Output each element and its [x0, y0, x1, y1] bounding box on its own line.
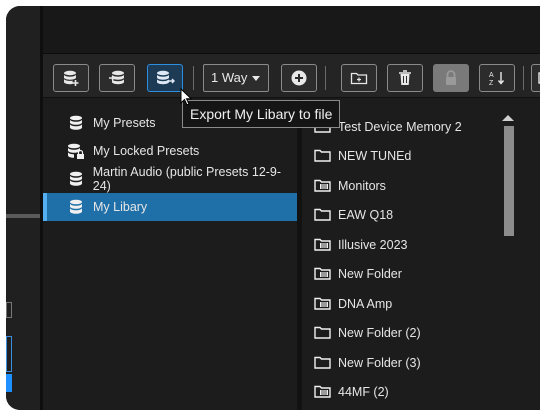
import-preset-button[interactable]	[99, 64, 135, 92]
list-item[interactable]: New Folder (3)	[302, 348, 502, 377]
tree-item-my-locked-presets[interactable]: My Locked Presets	[43, 137, 297, 165]
database-icon	[65, 199, 87, 215]
panel-input[interactable]	[6, 336, 12, 372]
scroll-thumb[interactable]	[504, 126, 514, 236]
tree-item-label: My Libary	[93, 200, 148, 214]
database-icon	[65, 171, 87, 187]
tree-item-my-libary[interactable]: My Libary	[43, 193, 297, 221]
list-item-label: Test Device Memory 2	[338, 119, 462, 134]
database-lock-icon	[65, 143, 87, 159]
lock-icon	[443, 69, 459, 87]
header-area	[43, 6, 540, 54]
export-library-button[interactable]	[147, 64, 183, 92]
folder-icon	[314, 356, 332, 369]
list-item-label: New Folder (3)	[338, 355, 421, 370]
panel-highlight	[6, 374, 12, 392]
tree-item-label: Martin Audio (public Presets 12-9-24)	[92, 165, 282, 193]
toolbar-separator	[523, 66, 524, 90]
file-list: Test Device Memory 2 NEW TUNEd Monitors …	[302, 99, 502, 410]
panel-marker	[6, 302, 12, 318]
list-item[interactable]: Monitors	[302, 171, 502, 200]
sync-direction-select[interactable]: 1 Way	[203, 64, 269, 92]
app-window: 1 Way AZ My Presets My Locked Presets Ma…	[6, 6, 540, 410]
database-export-icon	[155, 69, 175, 87]
list-item[interactable]: NEW TUNEd	[302, 141, 502, 170]
export-tooltip: Export My Libary to file	[182, 100, 341, 128]
trash-icon	[397, 69, 413, 87]
svg-text:A: A	[489, 72, 494, 79]
svg-text:Z: Z	[489, 80, 494, 87]
sync-direction-value: 1 Way	[211, 70, 248, 85]
list-item[interactable]: Illusive 2023	[302, 230, 502, 259]
amp-folder-icon	[314, 385, 332, 398]
overflow-button[interactable]	[531, 64, 540, 92]
tree-item-martin-audio[interactable]: Martin Audio (public Presets 12-9-24)	[43, 165, 297, 193]
list-item-label: NEW TUNEd	[338, 148, 412, 163]
library-tree: My Presets My Locked Presets Martin Audi…	[43, 99, 297, 410]
list-item[interactable]: 44MF (2)	[302, 377, 502, 406]
sort-button[interactable]: AZ	[479, 64, 515, 92]
folder-icon	[314, 326, 332, 339]
toolbar: 1 Way AZ	[43, 54, 540, 98]
database-import-icon	[108, 69, 126, 87]
delete-button[interactable]	[387, 64, 423, 92]
lock-button[interactable]	[433, 64, 469, 92]
new-folder-button[interactable]	[341, 64, 377, 92]
list-item-label: New Folder	[338, 266, 402, 281]
amp-folder-icon	[314, 267, 332, 280]
database-icon	[65, 115, 87, 131]
list-item-label: EAW Q18	[338, 207, 394, 222]
list-item[interactable]: New Folder	[302, 259, 502, 288]
sort-az-icon: AZ	[488, 69, 506, 87]
tree-item-label: My Locked Presets	[93, 144, 200, 158]
folder-icon	[314, 149, 332, 162]
list-item-label: Illusive 2023	[338, 237, 408, 252]
window-icon	[537, 71, 540, 85]
chevron-down-icon	[252, 76, 260, 81]
panel-divider	[6, 214, 40, 218]
list-item-label: DNA Amp	[338, 296, 393, 311]
amp-folder-icon	[314, 179, 332, 192]
left-side-panel	[6, 6, 40, 410]
folder-icon	[314, 208, 332, 221]
scroll-up-arrow-icon[interactable]	[502, 115, 514, 121]
toolbar-separator	[193, 66, 194, 90]
amp-folder-icon	[314, 238, 332, 251]
database-add-icon	[62, 69, 80, 87]
add-button[interactable]	[281, 64, 317, 92]
mouse-cursor-icon	[180, 87, 193, 111]
amp-folder-icon	[314, 297, 332, 310]
file-list-scrollbar[interactable]	[502, 99, 540, 410]
list-item[interactable]: EAW Q18	[302, 200, 502, 229]
new-preset-button[interactable]	[53, 64, 89, 92]
list-item[interactable]: DNA Amp	[302, 289, 502, 318]
folder-add-icon	[350, 70, 368, 86]
plus-circle-icon	[290, 69, 308, 87]
list-item-label: Monitors	[338, 178, 386, 193]
list-item-label: 44MF (2)	[338, 384, 389, 399]
list-item[interactable]: New Folder (2)	[302, 318, 502, 347]
toolbar-separator	[325, 66, 326, 90]
tree-item-label: My Presets	[93, 116, 156, 130]
list-item-label: New Folder (2)	[338, 325, 421, 340]
